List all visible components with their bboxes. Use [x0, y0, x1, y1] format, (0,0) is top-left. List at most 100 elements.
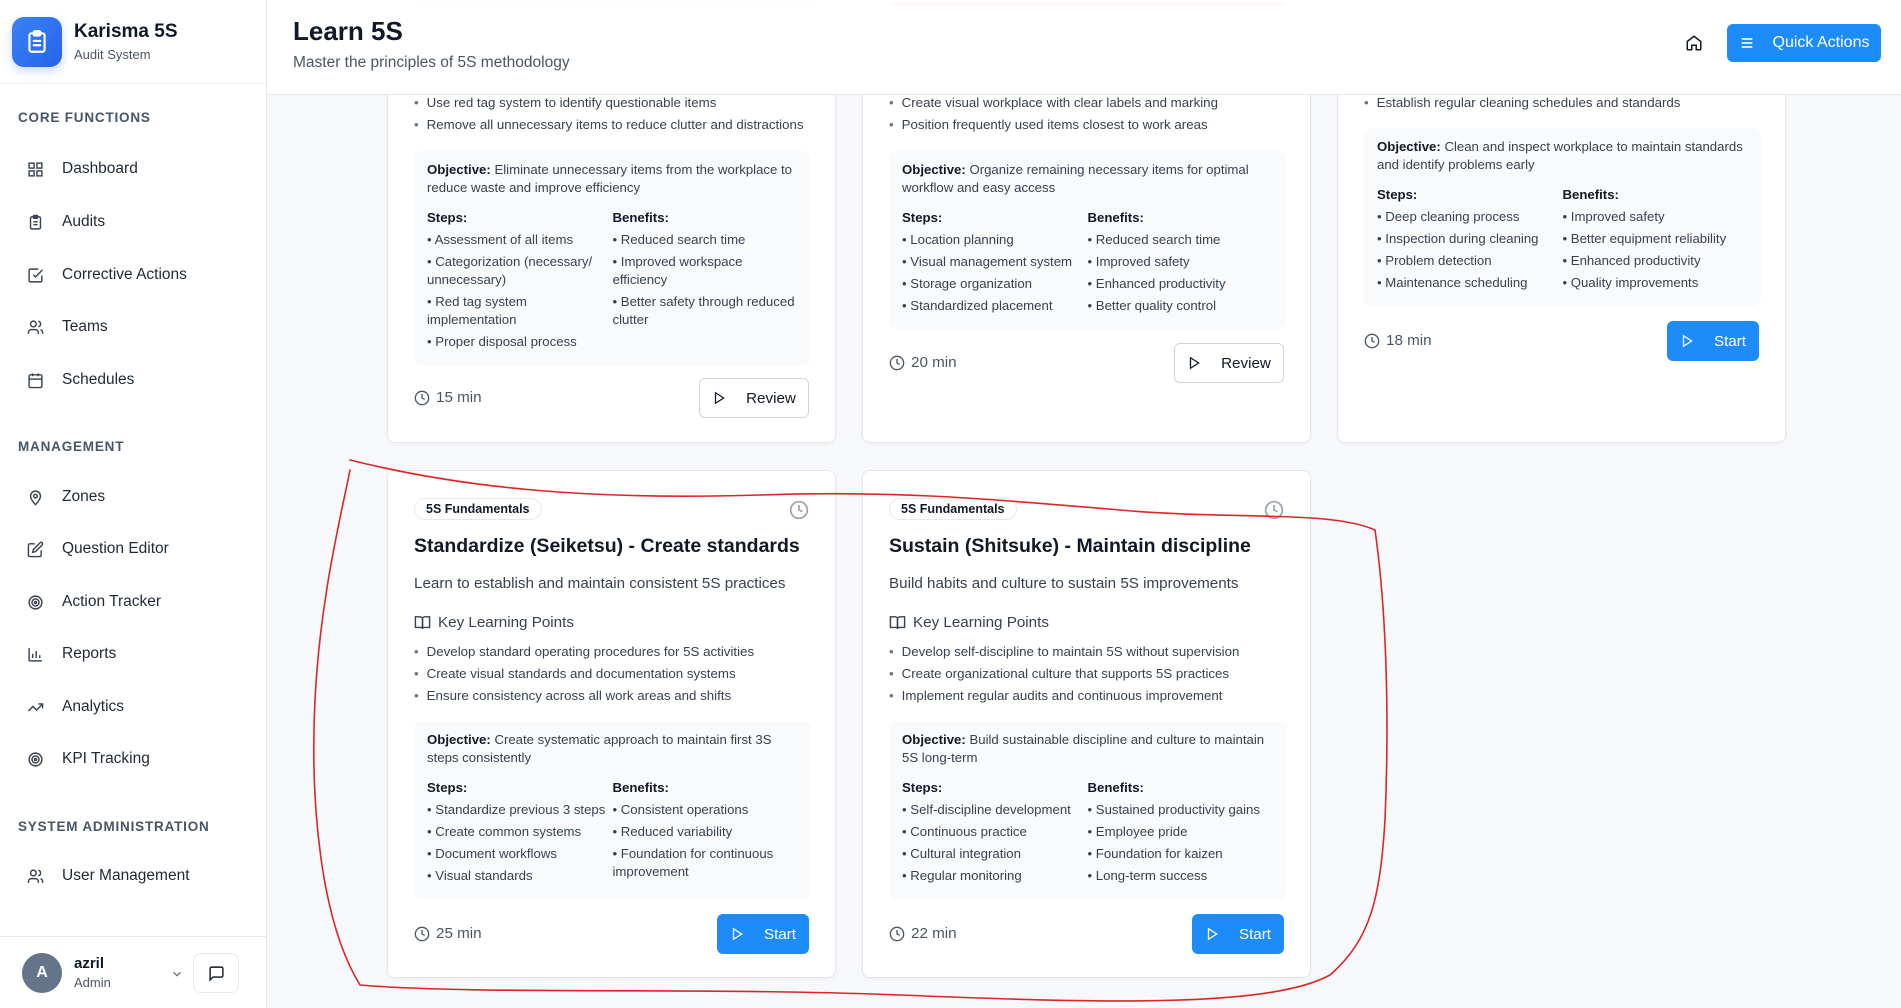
duration-text: 15 min: [436, 389, 482, 406]
quick-actions-button[interactable]: Quick Actions: [1727, 24, 1881, 62]
home-button[interactable]: [1676, 28, 1712, 58]
card-description: Build habits and culture to sustain 5S i…: [889, 575, 1239, 592]
benefit-item: Enhanced productivity: [1088, 275, 1274, 293]
user-role: Admin: [74, 975, 111, 990]
benefit-item: Foundation for continuous improvement: [613, 845, 799, 881]
sidebar-item-kpi-tracking[interactable]: KPI Tracking: [12, 739, 252, 779]
button-label: Start: [1713, 332, 1747, 350]
sidebar-item-zones[interactable]: Zones: [12, 477, 252, 517]
avatar[interactable]: A: [22, 952, 62, 993]
benefit-item: Consistent operations: [613, 801, 799, 819]
objective-box: Objective: Build sustainable discipline …: [889, 721, 1286, 899]
map-pin-icon: [26, 488, 44, 506]
sidebar-item-corrective-actions[interactable]: Corrective Actions: [12, 255, 252, 295]
sidebar-item-analytics[interactable]: Analytics: [12, 687, 252, 727]
clipboard-icon: [26, 213, 44, 231]
review-button[interactable]: Review: [1174, 343, 1284, 383]
play-icon: [1187, 356, 1201, 370]
section-system-administration: SYSTEM ADMINISTRATION: [18, 819, 210, 834]
sidebar-item-schedules[interactable]: Schedules: [12, 360, 252, 400]
step-item: Create common systems: [427, 823, 613, 841]
menu-icon: [1739, 35, 1755, 51]
sidebar-item-label: Schedules: [62, 371, 135, 388]
play-icon: [712, 391, 726, 405]
lesson-card-standardize: 5S Fundamentals Standardize (Seiketsu) -…: [387, 470, 836, 978]
benefit-item: Employee pride: [1088, 823, 1274, 841]
list-item: Create organizational culture that suppo…: [889, 663, 1239, 685]
grid-icon: [26, 160, 44, 178]
list-item: Position frequently used items closest t…: [889, 114, 1218, 136]
benefits-label: Benefits:: [1087, 210, 1144, 225]
step-item: Regular monitoring: [902, 867, 1088, 885]
step-item: Maintenance scheduling: [1377, 274, 1563, 292]
list-item: Ensure consistency across all work areas…: [414, 685, 754, 707]
step-item: Visual standards: [427, 867, 613, 885]
sidebar-item-label: Audits: [62, 213, 106, 230]
sidebar-item-label: Dashboard: [62, 160, 138, 177]
bar-chart-icon: [26, 645, 44, 663]
benefit-item: Sustained productivity gains: [1088, 801, 1274, 819]
benefit-item: Quality improvements: [1563, 274, 1749, 292]
card-title: Sustain (Shitsuke) - Maintain discipline: [889, 535, 1251, 557]
key-points-list: Create visual workplace with clear label…: [889, 92, 1218, 136]
benefit-item: Better equipment reliability: [1563, 230, 1749, 248]
steps-label: Steps:: [1377, 187, 1418, 202]
list-item: Develop standard operating procedures fo…: [414, 641, 754, 663]
user-name: azril: [74, 955, 105, 972]
sidebar-item-audits[interactable]: Audits: [12, 202, 252, 242]
sidebar-item-dashboard[interactable]: Dashboard: [12, 149, 252, 189]
review-button[interactable]: Review: [699, 378, 809, 418]
step-item: Deep cleaning process: [1377, 208, 1563, 226]
feedback-button[interactable]: [193, 953, 239, 993]
users-icon: [26, 318, 44, 336]
button-label: Review: [1221, 354, 1271, 372]
button-label: Start: [1238, 925, 1272, 943]
key-points-list: Use red tag system to identify questiona…: [414, 92, 804, 136]
clock-icon: [414, 926, 430, 942]
step-item: Assessment of all items: [427, 231, 613, 249]
message-square-icon: [208, 965, 225, 982]
sidebar-item-question-editor[interactable]: Question Editor: [12, 529, 252, 569]
sidebar-item-user-management[interactable]: User Management: [12, 856, 252, 896]
benefits-label: Benefits:: [1087, 780, 1144, 795]
list-item: Create visual workplace with clear label…: [889, 92, 1218, 114]
benefit-item: Better safety through reduced clutter: [613, 293, 799, 329]
key-points-list: Develop standard operating procedures fo…: [414, 641, 754, 707]
start-button[interactable]: Start: [1667, 321, 1759, 361]
step-item: Red tag system implementation: [427, 293, 613, 329]
benefit-item: Improved workspace efficiency: [613, 253, 799, 289]
steps-label: Steps:: [427, 780, 468, 795]
home-icon: [1685, 34, 1703, 52]
key-points-list: Develop self-discipline to maintain 5S w…: [889, 641, 1240, 707]
category-badge: 5S Fundamentals: [414, 498, 542, 520]
steps-label: Steps:: [902, 210, 943, 225]
list-item: Remove all unnecessary items to reduce c…: [414, 114, 804, 136]
sidebar-item-label: Question Editor: [62, 540, 169, 557]
sidebar-item-action-tracker[interactable]: Action Tracker: [12, 582, 252, 622]
start-button[interactable]: Start: [717, 914, 809, 954]
start-button[interactable]: Start: [1192, 914, 1284, 954]
play-icon: [730, 927, 744, 941]
page-subtitle: Master the principles of 5S methodology: [293, 54, 570, 71]
clock-icon: [889, 355, 905, 371]
sidebar-item-reports[interactable]: Reports: [12, 634, 252, 674]
users-icon: [26, 867, 44, 885]
steps-label: Steps:: [427, 210, 468, 225]
benefit-item: Reduced search time: [613, 231, 799, 249]
duration: 22 min: [889, 925, 957, 942]
clock-icon: [414, 390, 430, 406]
step-item: Storage organization: [902, 275, 1088, 293]
list-item: Use red tag system to identify questiona…: [414, 92, 804, 114]
list-item: Implement regular audits and continuous …: [889, 685, 1239, 707]
chevron-down-icon[interactable]: [170, 967, 184, 981]
card-description: Learn to establish and maintain consiste…: [414, 575, 786, 592]
sidebar-item-label: Analytics: [62, 698, 125, 715]
sidebar-item-teams[interactable]: Teams: [12, 307, 252, 347]
clipboard-logo-icon: [12, 16, 62, 67]
section-core-functions: CORE FUNCTIONS: [18, 110, 151, 125]
benefit-item: Reduced search time: [1088, 231, 1274, 249]
duration-text: 25 min: [436, 925, 482, 942]
button-label: Review: [746, 389, 796, 407]
calendar-icon: [26, 371, 44, 389]
sidebar-item-label: Action Tracker: [62, 593, 162, 610]
